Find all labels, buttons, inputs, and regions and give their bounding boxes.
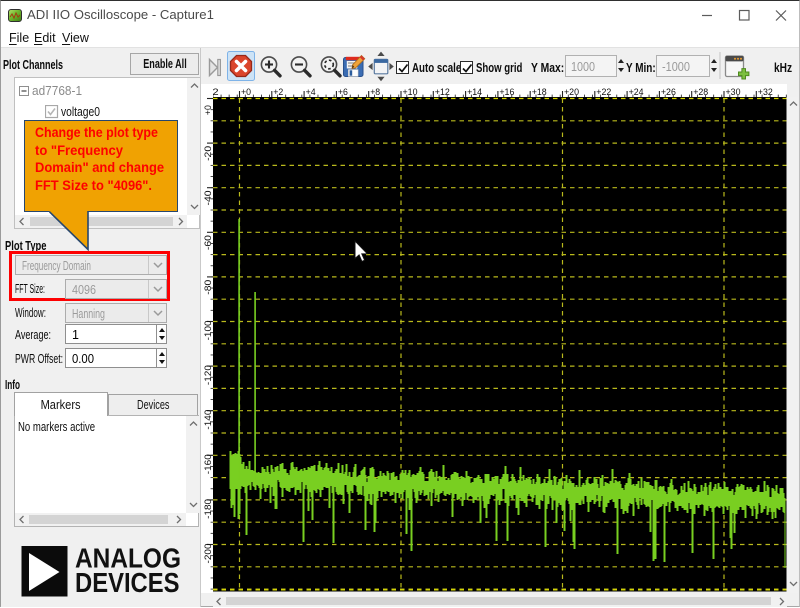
svg-text:-60: -60 <box>203 235 214 250</box>
svg-text:+0: +0 <box>241 87 251 98</box>
svg-text:-40: -40 <box>203 191 214 206</box>
svg-text:+12: +12 <box>435 87 450 98</box>
svg-text:+24: +24 <box>629 87 644 98</box>
svg-text:+16: +16 <box>499 87 514 98</box>
svg-text:+10: +10 <box>403 87 418 98</box>
svg-text:+8: +8 <box>370 87 380 98</box>
svg-text:+14: +14 <box>467 87 482 98</box>
svg-text:-160: -160 <box>203 454 214 474</box>
svg-text:+18: +18 <box>532 87 547 98</box>
svg-text:+30: +30 <box>726 87 741 98</box>
svg-text:+20: +20 <box>564 87 579 98</box>
svg-text:+26: +26 <box>661 87 676 98</box>
svg-text:-200: -200 <box>203 544 214 564</box>
svg-text:+22: +22 <box>596 87 611 98</box>
svg-text:-80: -80 <box>203 280 214 295</box>
svg-text:+0: +0 <box>203 105 214 115</box>
svg-text:+2: +2 <box>273 87 283 98</box>
svg-text:+4: +4 <box>306 87 316 98</box>
svg-text:-120: -120 <box>203 365 214 385</box>
svg-text:-100: -100 <box>203 320 214 340</box>
svg-text:-140: -140 <box>203 410 214 430</box>
svg-text:-20: -20 <box>203 146 214 161</box>
svg-text:-180: -180 <box>203 499 214 519</box>
svg-text:+6: +6 <box>338 87 348 98</box>
svg-text:+28: +28 <box>693 87 708 98</box>
svg-text:+32: +32 <box>758 87 773 98</box>
